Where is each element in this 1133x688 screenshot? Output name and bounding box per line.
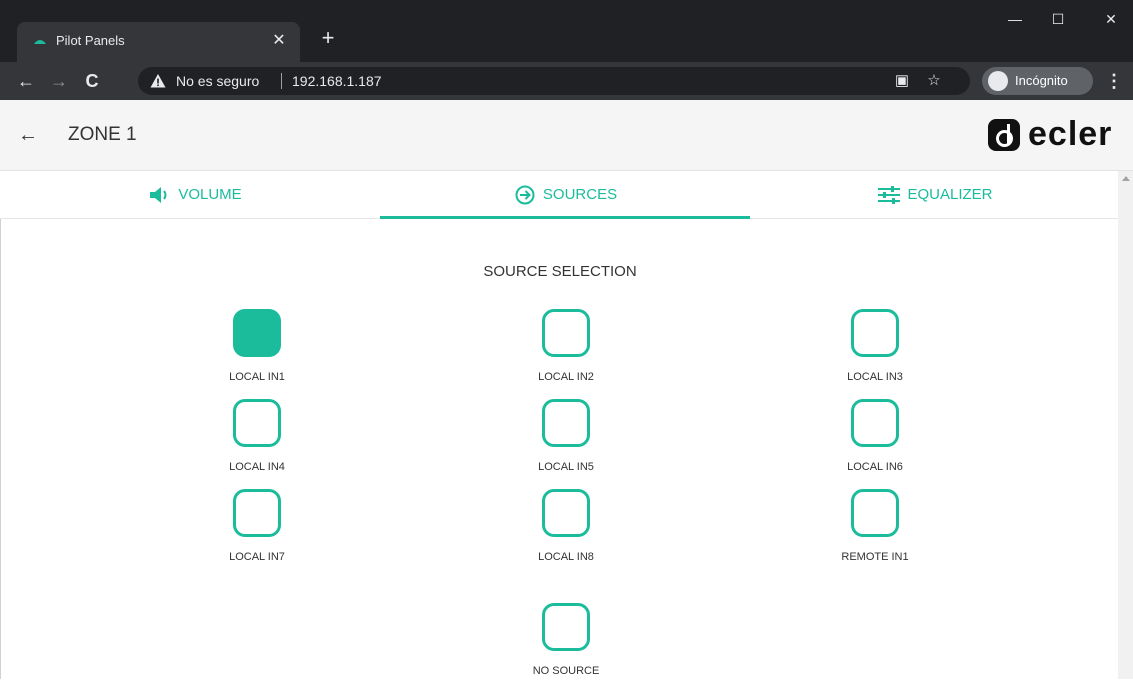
source-option: LOCAL IN2: [508, 309, 628, 394]
source-toggle-button[interactable]: [233, 489, 281, 537]
source-toggle-button[interactable]: [542, 603, 590, 651]
browser-tab[interactable]: Pilot Panels ✕: [17, 22, 300, 62]
new-tab-button[interactable]: +: [316, 26, 340, 50]
source-label: LOCAL IN2: [538, 371, 594, 383]
source-toggle-button[interactable]: [542, 309, 590, 357]
incognito-label: Incógnito: [1015, 73, 1068, 88]
pilot-favicon-icon: [34, 40, 46, 44]
app-header: ← ZONE 1 ecler: [0, 100, 1133, 171]
source-option: LOCAL IN8: [508, 489, 628, 574]
source-toggle-button[interactable]: [851, 309, 899, 357]
incognito-badge[interactable]: Incógnito: [982, 67, 1093, 95]
tab-equalizer-label: EQUALIZER: [907, 186, 993, 203]
forward-button[interactable]: →: [47, 69, 71, 93]
tab-volume[interactable]: VOLUME: [10, 171, 380, 218]
source-toggle-button[interactable]: [851, 489, 899, 537]
source-label: LOCAL IN6: [847, 461, 903, 473]
omnibox-divider: [281, 73, 282, 89]
tab-volume-label: VOLUME: [178, 186, 242, 203]
tab-title: Pilot Panels: [56, 33, 125, 48]
sliders-icon: [878, 185, 901, 204]
scrollbar[interactable]: [1118, 171, 1133, 679]
back-button[interactable]: ←: [14, 69, 38, 93]
source-selection-panel: SOURCE SELECTION LOCAL IN1 LOCAL IN2 LOC…: [0, 219, 1119, 679]
reload-button[interactable]: C: [80, 69, 104, 93]
source-label: LOCAL IN4: [229, 461, 285, 473]
minimize-button[interactable]: —: [1000, 8, 1030, 30]
source-option: LOCAL IN7: [199, 489, 319, 574]
ecler-logo-mark-icon: [988, 119, 1020, 151]
browser-tabstrip: Pilot Panels ✕ + — ☐ ✕: [0, 0, 1133, 62]
section-title: SOURCE SELECTION: [483, 263, 637, 280]
source-toggle-button[interactable]: [233, 399, 281, 447]
input-arrow-icon: [515, 185, 535, 204]
source-toggle-button[interactable]: [233, 309, 281, 357]
back-arrow-icon[interactable]: ←: [18, 124, 40, 146]
ecler-logo: ecler: [988, 115, 1128, 153]
section-tabs: VOLUME SOURCES EQUALIZER: [0, 171, 1118, 219]
source-option: LOCAL IN3: [817, 309, 937, 394]
source-option: LOCAL IN4: [199, 399, 319, 484]
source-toggle-button[interactable]: [851, 399, 899, 447]
translate-icon[interactable]: ▣: [892, 71, 912, 91]
source-label: LOCAL IN1: [229, 371, 285, 383]
logo-text: ecler: [1028, 115, 1113, 153]
bookmark-star-icon[interactable]: ☆: [924, 71, 944, 91]
tab-close-icon[interactable]: ✕: [268, 30, 290, 52]
address-bar[interactable]: No es seguro 192.168.1.187 ▣ ☆: [138, 67, 970, 95]
source-label: LOCAL IN5: [538, 461, 594, 473]
source-option: LOCAL IN5: [508, 399, 628, 484]
source-toggle-button[interactable]: [542, 399, 590, 447]
source-option: NO SOURCE: [508, 603, 628, 688]
tab-sources-label: SOURCES: [542, 186, 618, 203]
source-toggle-button[interactable]: [542, 489, 590, 537]
maximize-button[interactable]: ☐: [1043, 8, 1073, 30]
source-option: LOCAL IN1: [199, 309, 319, 394]
source-option: LOCAL IN6: [817, 399, 937, 484]
close-window-button[interactable]: ✕: [1096, 8, 1126, 30]
source-label: LOCAL IN7: [229, 551, 285, 563]
url-text[interactable]: 192.168.1.187: [292, 73, 382, 89]
browser-menu-icon[interactable]: ⋮: [1104, 69, 1124, 93]
source-label: LOCAL IN3: [847, 371, 903, 383]
tab-equalizer[interactable]: EQUALIZER: [750, 171, 1120, 218]
security-status[interactable]: No es seguro: [176, 73, 259, 89]
source-option: REMOTE IN1: [817, 489, 937, 574]
browser-toolbar: ← → C No es seguro 192.168.1.187 ▣ ☆ Inc…: [0, 62, 1133, 100]
source-label: LOCAL IN8: [538, 551, 594, 563]
source-label: REMOTE IN1: [841, 551, 909, 563]
incognito-icon: [988, 71, 1008, 91]
speaker-icon: [150, 186, 167, 203]
warning-icon: [150, 74, 166, 88]
tab-sources[interactable]: SOURCES: [380, 171, 750, 219]
source-label: NO SOURCE: [532, 665, 600, 677]
scroll-up-arrow-icon[interactable]: [1122, 176, 1130, 181]
page-title: ZONE 1: [68, 124, 137, 145]
